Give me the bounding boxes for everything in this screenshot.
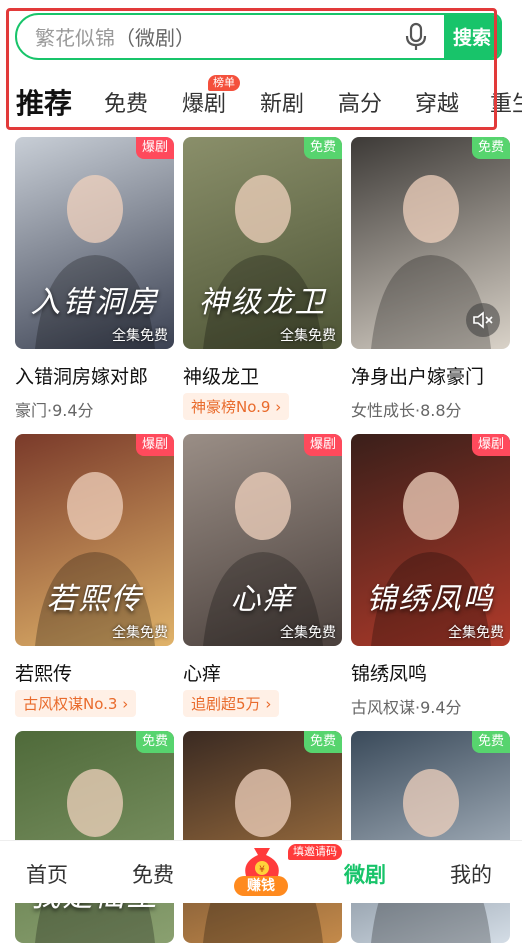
- full-free-label: 全集免费: [280, 328, 336, 344]
- nav-mine[interactable]: 我的: [450, 859, 492, 889]
- poster-overlay-title: 心痒: [230, 582, 295, 617]
- rank-tag[interactable]: 神豪榜No.9 ›: [183, 393, 290, 420]
- drama-meta: 豪门·9.4分: [15, 401, 94, 420]
- corner-badge: 免费: [471, 731, 510, 753]
- tab-new[interactable]: 新剧: [260, 86, 304, 118]
- drama-card[interactable]: 神级龙卫 免费 全集免费 神级龙卫 神豪榜No.9 ›: [183, 137, 342, 420]
- drama-title[interactable]: 神级龙卫: [183, 362, 259, 389]
- rank-tag-label: 追剧超5万: [191, 695, 261, 713]
- drama-poster[interactable]: 免费: [351, 137, 510, 349]
- drama-poster[interactable]: 我是仙王免费: [15, 731, 174, 943]
- search-placeholder-main: 繁花似锦: [35, 26, 115, 50]
- drama-card[interactable]: 免费: [351, 731, 510, 943]
- drama-poster[interactable]: 免费: [351, 731, 510, 943]
- drama-card[interactable]: 免费净身出户嫁豪门女性成长·8.8分: [351, 137, 510, 420]
- drama-card[interactable]: 心痒 爆剧 全集免费 心痒 追剧超5万 ›: [183, 434, 342, 717]
- full-free-label: 全集免费: [112, 625, 168, 641]
- rank-tag[interactable]: 追剧超5万 ›: [183, 690, 280, 717]
- drama-meta: 古风权谋·9.4分: [351, 698, 462, 717]
- search-button[interactable]: 搜索: [444, 15, 500, 58]
- corner-badge: 爆剧: [135, 434, 174, 456]
- drama-poster[interactable]: 锦绣凤鸣 爆剧全集免费: [351, 434, 510, 646]
- corner-badge: 免费: [303, 731, 342, 753]
- search-placeholder-tag: （微剧）: [115, 26, 195, 50]
- tab-time-travel[interactable]: 穿越: [415, 86, 459, 118]
- category-tabs: 推荐 免费 爆剧 新剧 高分 穿越 重生: [0, 80, 522, 124]
- chevron-right-icon: ›: [117, 695, 129, 713]
- corner-badge: 免费: [135, 731, 174, 753]
- search-bar[interactable]: 繁花似锦（微剧） 搜索: [15, 13, 502, 60]
- drama-card[interactable]: 入错洞房 爆剧全集免费入错洞房嫁对郎豪门·9.4分: [15, 137, 174, 420]
- drama-card[interactable]: 免费: [183, 731, 342, 943]
- rank-tag-label: 古风权谋No.3: [23, 695, 118, 713]
- corner-badge: 爆剧: [471, 434, 510, 456]
- search-input[interactable]: 繁花似锦（微剧）: [17, 22, 402, 51]
- drama-title[interactable]: 净身出户嫁豪门: [351, 362, 484, 389]
- chevron-right-icon: ›: [270, 398, 282, 416]
- chevron-right-icon: ›: [260, 695, 272, 713]
- mute-icon[interactable]: [466, 303, 500, 337]
- tab-free[interactable]: 免费: [104, 86, 148, 118]
- nav-free[interactable]: 免费: [132, 859, 174, 889]
- nav-home[interactable]: 首页: [26, 859, 68, 889]
- drama-poster[interactable]: 入错洞房 爆剧全集免费: [15, 137, 174, 349]
- corner-badge: 爆剧: [303, 434, 342, 456]
- poster-overlay-title: 若熙传: [46, 582, 143, 617]
- drama-card[interactable]: 我是仙王免费: [15, 731, 174, 943]
- ranking-badge: 榜单: [208, 75, 240, 91]
- nav-earn[interactable]: ¥ 赚钱: [232, 842, 292, 900]
- corner-badge: 爆剧: [135, 137, 174, 159]
- corner-badge: 免费: [471, 137, 510, 159]
- drama-title[interactable]: 锦绣凤鸣: [351, 659, 427, 686]
- tab-recommend[interactable]: 推荐: [16, 82, 72, 122]
- invite-code-badge[interactable]: 填邀请码: [288, 844, 342, 860]
- svg-text:¥: ¥: [259, 865, 265, 875]
- drama-title[interactable]: 若熙传: [15, 659, 72, 686]
- full-free-label: 全集免费: [448, 625, 504, 641]
- full-free-label: 全集免费: [112, 328, 168, 344]
- poster-overlay-title: 入错洞房: [30, 285, 159, 320]
- corner-badge: 免费: [303, 137, 342, 159]
- drama-card[interactable]: 若熙传 爆剧 全集免费 若熙传 古风权谋No.3 ›: [15, 434, 174, 717]
- drama-poster[interactable]: 若熙传 爆剧全集免费: [15, 434, 174, 646]
- drama-title[interactable]: 入错洞房嫁对郎: [15, 362, 148, 389]
- nav-micro-drama[interactable]: 微剧: [344, 859, 386, 889]
- rank-tag-label: 神豪榜No.9: [191, 398, 271, 416]
- microphone-icon[interactable]: [402, 20, 430, 54]
- poster-figure: [203, 769, 323, 943]
- earn-label: 赚钱: [234, 876, 288, 896]
- drama-title[interactable]: 心痒: [183, 659, 221, 686]
- rank-tag[interactable]: 古风权谋No.3 ›: [15, 690, 137, 717]
- tab-rebirth[interactable]: 重生: [490, 86, 522, 118]
- drama-card[interactable]: 锦绣凤鸣 爆剧 全集免费 锦绣凤鸣 古风权谋·9.4分: [351, 434, 510, 717]
- tab-high-score[interactable]: 高分: [338, 86, 382, 118]
- poster-figure: [371, 769, 491, 943]
- drama-poster[interactable]: 心痒 爆剧全集免费: [183, 434, 342, 646]
- poster-overlay-title: 神级龙卫: [198, 285, 327, 320]
- poster-overlay-title: 锦绣凤鸣: [366, 582, 495, 617]
- drama-meta: 女性成长·8.8分: [351, 401, 462, 420]
- drama-poster[interactable]: 神级龙卫 免费全集免费: [183, 137, 342, 349]
- drama-poster[interactable]: 免费: [183, 731, 342, 943]
- full-free-label: 全集免费: [280, 625, 336, 641]
